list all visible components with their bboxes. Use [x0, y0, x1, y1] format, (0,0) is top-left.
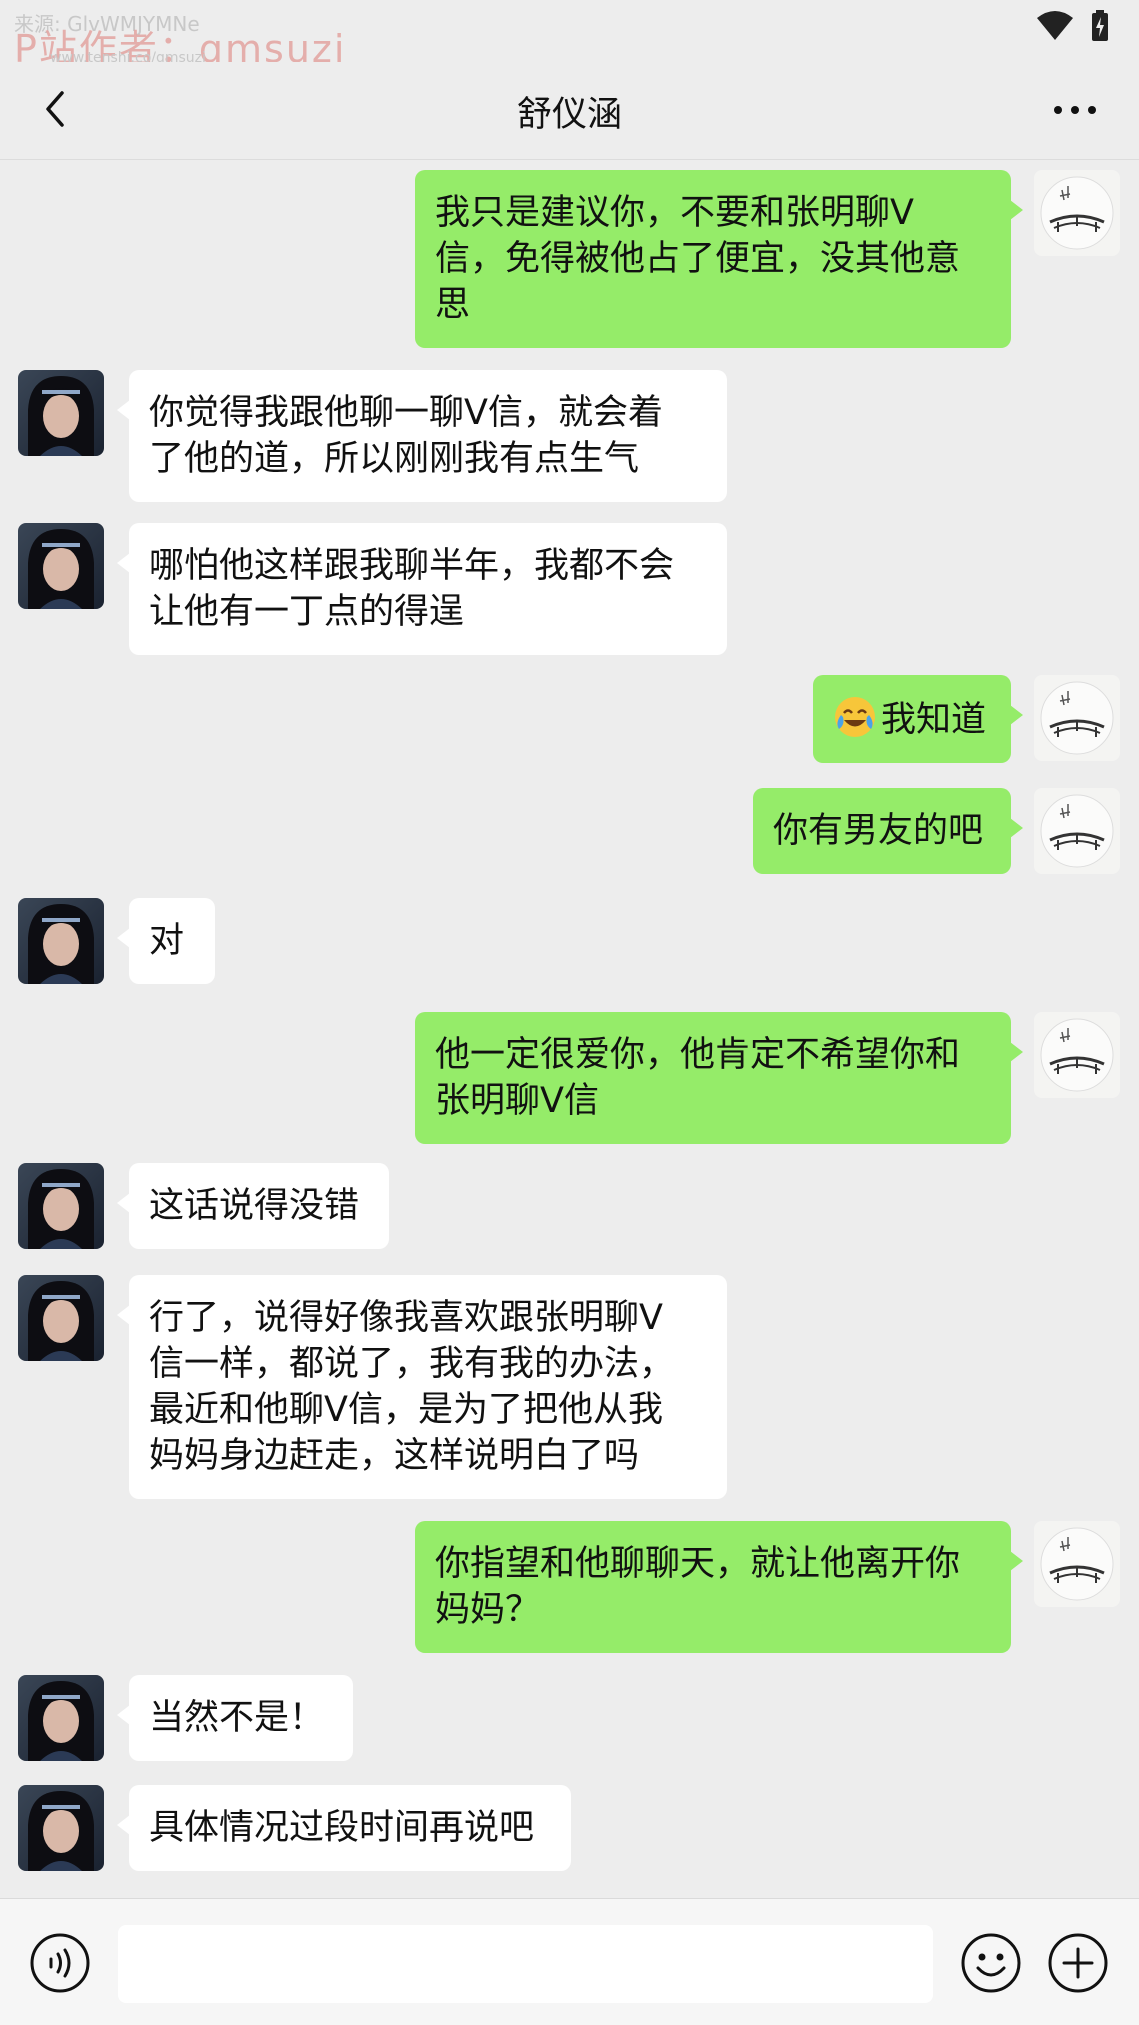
ink-painting-avatar-icon	[1034, 788, 1120, 874]
battery-charging-icon	[1092, 10, 1108, 41]
message-bubble-outgoing[interactable]: 你有男友的吧	[753, 788, 1023, 874]
message-line: 我知道	[833, 695, 991, 743]
my-avatar[interactable]	[1034, 170, 1120, 256]
message-text: 我知道	[881, 700, 987, 740]
message-line: 我只是建议你，不要和张明聊V	[435, 193, 914, 233]
message-line: 这话说得没错	[149, 1186, 360, 1226]
message-line: 最近和他聊V信，是为了把他从我	[149, 1390, 663, 1430]
ink-painting-avatar-icon	[1034, 675, 1120, 761]
my-avatar[interactable]	[1034, 1521, 1120, 1607]
message-line: 信，免得被他占了便宜，没其他意	[435, 239, 961, 279]
message-line: 你指望和他聊聊天，就让他离开你	[435, 1544, 961, 1584]
message-bubble-incoming[interactable]: 哪怕他这样跟我聊半年，我都不会 让他有一丁点的得逞	[117, 523, 727, 655]
message-bubble-outgoing[interactable]: 他一定很爱你，他肯定不希望你和 张明聊V信	[415, 1012, 1023, 1144]
message-line: 张明聊V信	[435, 1081, 599, 1121]
message-input[interactable]	[118, 1925, 933, 2003]
message-line: 思	[435, 285, 471, 325]
crying-laughing-emoji-icon	[835, 697, 875, 737]
more-dots-icon	[1054, 106, 1096, 114]
status-icons	[1035, 10, 1109, 42]
girl-portrait-avatar-icon	[18, 1163, 104, 1249]
girl-portrait-avatar-icon	[18, 898, 104, 984]
message-line: 他一定很爱你，他肯定不希望你和	[435, 1035, 961, 1075]
chat-header: 舒仪涵	[0, 62, 1139, 160]
contact-avatar[interactable]	[18, 1785, 104, 1871]
message-bubble-outgoing[interactable]: 我只是建议你，不要和张明聊V 信，免得被他占了便宜，没其他意 思	[415, 170, 1023, 348]
girl-portrait-avatar-icon	[18, 370, 104, 456]
message-line: 妈妈身边赶走，这样说明白了吗	[149, 1436, 640, 1476]
contact-avatar[interactable]	[18, 370, 104, 456]
wifi-icon	[1037, 11, 1073, 40]
message-bubble-outgoing[interactable]: 你指望和他聊聊天，就让他离开你 妈妈？	[415, 1521, 1023, 1653]
message-line: 信一样，都说了，我有我的办法，	[149, 1344, 675, 1384]
more-options-button[interactable]	[1045, 88, 1105, 132]
my-avatar[interactable]	[1034, 1012, 1120, 1098]
message-line: 具体情况过段时间再说吧	[149, 1808, 535, 1848]
message-bubble-incoming[interactable]: 具体情况过段时间再说吧	[117, 1785, 571, 1871]
girl-portrait-avatar-icon	[18, 1275, 104, 1361]
contact-avatar[interactable]	[18, 1163, 104, 1249]
contact-avatar[interactable]	[18, 898, 104, 984]
message-bubble-incoming[interactable]: 这话说得没错	[117, 1163, 389, 1249]
message-line: 哪怕他这样跟我聊半年，我都不会	[149, 546, 675, 586]
chat-title: 舒仪涵	[516, 95, 622, 135]
contact-avatar[interactable]	[18, 1275, 104, 1361]
status-bar: 来源: GlvWMJYMNe P站作者：qmsuzi www.tenshi.co…	[0, 0, 1139, 71]
voice-input-icon[interactable]	[29, 1932, 91, 1994]
message-bubble-incoming[interactable]: 当然不是！	[117, 1675, 353, 1761]
message-bubble-incoming[interactable]: 对	[117, 898, 215, 984]
contact-avatar[interactable]	[18, 1675, 104, 1761]
plus-icon[interactable]	[1047, 1932, 1109, 1994]
message-line: 妈妈？	[435, 1590, 541, 1630]
girl-portrait-avatar-icon	[18, 1785, 104, 1871]
my-avatar[interactable]	[1034, 788, 1120, 874]
message-bubble-incoming[interactable]: 你觉得我跟他聊一聊V信，就会着 了他的道，所以刚刚我有点生气	[117, 370, 727, 502]
message-line: 了他的道，所以刚刚我有点生气	[149, 439, 640, 479]
message-line: 让他有一丁点的得逞	[149, 592, 465, 632]
message-line: 行了，说得好像我喜欢跟张明聊V	[149, 1298, 663, 1338]
message-line: 你有男友的吧	[773, 811, 984, 851]
ink-painting-avatar-icon	[1034, 1521, 1120, 1607]
message-line: 对	[149, 921, 185, 961]
emoji-icon[interactable]	[960, 1932, 1022, 1994]
input-bar	[0, 1898, 1139, 2025]
message-bubble-incoming[interactable]: 行了，说得好像我喜欢跟张明聊V 信一样，都说了，我有我的办法， 最近和他聊V信，…	[117, 1275, 727, 1499]
message-line: 当然不是！	[149, 1698, 325, 1738]
message-line: 你觉得我跟他聊一聊V信，就会着	[149, 393, 663, 433]
ink-painting-avatar-icon	[1034, 1012, 1120, 1098]
message-bubble-outgoing[interactable]: 我知道	[813, 675, 1023, 763]
my-avatar[interactable]	[1034, 675, 1120, 761]
girl-portrait-avatar-icon	[18, 1675, 104, 1761]
ink-painting-avatar-icon	[1034, 170, 1120, 256]
girl-portrait-avatar-icon	[18, 523, 104, 609]
contact-avatar[interactable]	[18, 523, 104, 609]
